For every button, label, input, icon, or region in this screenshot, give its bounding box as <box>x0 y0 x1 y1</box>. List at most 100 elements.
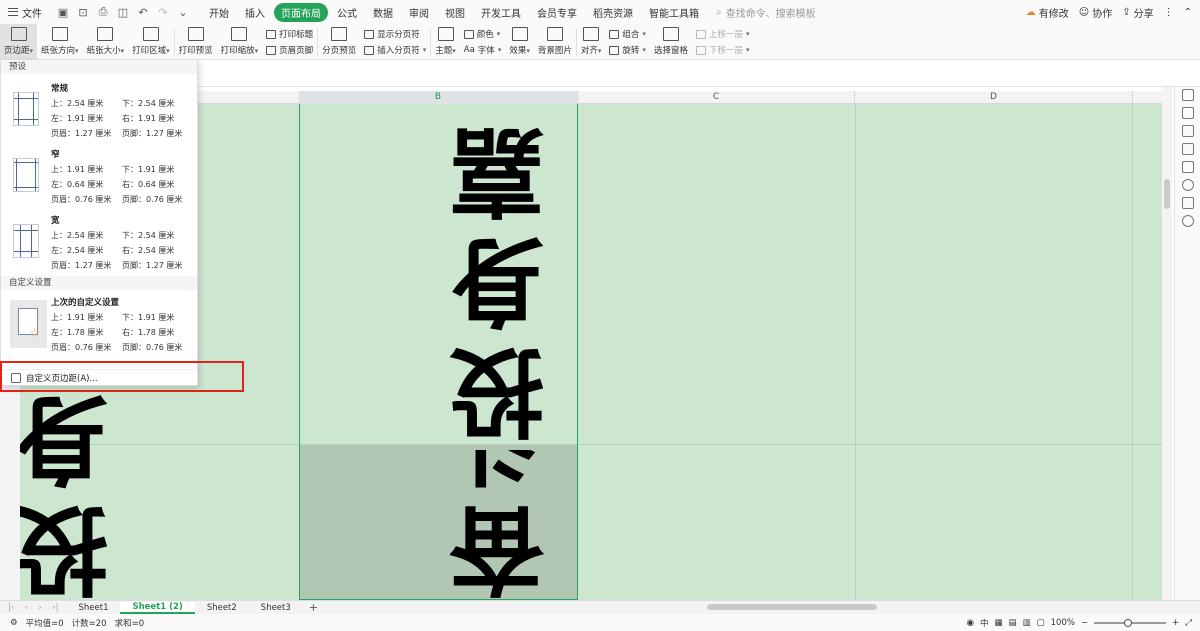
preset-footer: 页脚：0.76 厘米 <box>122 195 183 204</box>
undo-icon[interactable]: ↶ <box>136 6 150 19</box>
tab-docer[interactable]: 稻壳资源 <box>586 3 640 22</box>
crop-icon[interactable] <box>1181 161 1194 173</box>
redo-icon[interactable]: ↷ <box>156 6 170 19</box>
group-button[interactable]: 组合 ▾ <box>609 28 646 40</box>
tab-home[interactable]: 开始 <box>202 3 236 22</box>
tab-formulas[interactable]: 公式 <box>330 3 364 22</box>
page-break-preview-button[interactable]: 分页预览 <box>318 24 360 60</box>
column-header-d[interactable]: D <box>855 91 1133 104</box>
changes-button[interactable]: ☁ 有修改 <box>1026 5 1069 20</box>
location-icon[interactable] <box>1181 215 1194 227</box>
save-icon[interactable]: ▣ <box>56 6 70 19</box>
fonts-button[interactable]: Aa 字体 ▾ <box>464 44 502 56</box>
more-options-icon[interactable]: ⋮ <box>1164 7 1174 18</box>
sliders-icon[interactable] <box>1181 125 1194 137</box>
preset-right: 右：1.91 厘米 <box>122 114 175 123</box>
page-break-view-icon[interactable]: ▥ <box>1023 618 1031 628</box>
show-page-break-checkbox[interactable]: 显示分页符 <box>364 28 426 40</box>
scrollbar-thumb[interactable] <box>707 604 877 610</box>
search-placeholder: 查找命令、搜索模板 <box>725 8 816 20</box>
zoom-in-icon[interactable]: + <box>1172 618 1179 628</box>
fullscreen-icon[interactable]: ⤢ <box>1185 618 1192 628</box>
preset-normal[interactable]: 常规 上：2.54 厘米 下：2.54 厘米 左：1.91 厘米 右：1.91 … <box>1 74 197 140</box>
background-image-button[interactable]: 背景图片 <box>534 24 576 60</box>
preset-last-custom[interactable]: ☆ 上次的自定义设置 上：1.91 厘米 下：1.91 厘米 左：1.78 厘米… <box>1 290 197 360</box>
preset-wide[interactable]: 宽 上：2.54 厘米 下：2.54 厘米 左：2.54 厘米 右：2.54 厘… <box>1 206 197 272</box>
column-header-c[interactable]: C <box>578 91 855 104</box>
add-sheet-icon[interactable]: + <box>303 601 324 614</box>
tab-member[interactable]: 会员专享 <box>530 3 584 22</box>
top-right-menu: ☁ 有修改 ☺ 协作 ⇪ 分享 ⋮ ⌃ <box>1026 0 1192 24</box>
select-icon[interactable] <box>1181 107 1194 119</box>
tab-view[interactable]: 视图 <box>438 3 472 22</box>
share-button[interactable]: ⇪ 分享 <box>1122 5 1153 20</box>
print-scale-button[interactable]: 打印缩放▾ <box>217 24 263 60</box>
theme-button[interactable]: 主题▾ <box>431 24 460 60</box>
macro-icon[interactable]: ⚙ <box>10 618 18 628</box>
margins-button[interactable]: 页边距▾ <box>0 24 38 60</box>
prev-sheet-icon[interactable]: ‹ <box>25 603 29 613</box>
last-sheet-icon[interactable]: ›| <box>52 603 59 613</box>
command-search[interactable]: ⌕ 查找命令、搜索模板 <box>716 5 816 20</box>
page-layout-view-icon[interactable]: ▤ <box>1009 618 1017 628</box>
preset-top: 上：1.91 厘米 <box>51 313 104 322</box>
font-icon: Aa <box>463 45 475 55</box>
horizontal-scrollbar[interactable] <box>697 603 1162 611</box>
align-button[interactable]: 对齐▾ <box>577 24 606 60</box>
selection-pane-button[interactable]: 选择窗格 <box>650 24 692 60</box>
preset-narrow[interactable]: 窄 上：1.91 厘米 下：1.91 厘米 左：0.64 厘米 右：0.64 厘… <box>1 140 197 206</box>
file-menu[interactable]: 文件 <box>0 0 50 24</box>
sheet-tab-sheet2[interactable]: Sheet2 <box>195 603 249 613</box>
next-sheet-icon[interactable]: › <box>38 603 42 613</box>
collab-button[interactable]: ☺ 协作 <box>1079 5 1112 20</box>
zoom-level[interactable]: 100% <box>1051 618 1075 628</box>
tab-review[interactable]: 审阅 <box>402 3 436 22</box>
normal-view-icon[interactable]: ▦ <box>995 618 1003 628</box>
zoom-slider[interactable] <box>1094 618 1167 627</box>
sheet-tab-sheet1-2[interactable]: Sheet1 (2) <box>120 601 195 614</box>
vertical-scrollbar[interactable] <box>1162 87 1172 600</box>
tab-developer[interactable]: 开发工具 <box>474 3 528 22</box>
export-icon[interactable]: ⊡ <box>76 6 90 19</box>
colors-button[interactable]: 颜色 ▾ <box>463 28 502 40</box>
zoom-slider-knob[interactable] <box>1124 618 1133 627</box>
properties-icon[interactable] <box>1181 143 1194 155</box>
help-icon[interactable] <box>1181 179 1194 191</box>
rotate-button[interactable]: 旋转 ▾ <box>609 44 646 56</box>
first-sheet-icon[interactable]: |‹ <box>8 603 15 613</box>
insert-page-break-button[interactable]: 插入分页符 ▾ <box>364 44 426 56</box>
orientation-button[interactable]: 纸张方向▾ <box>37 24 83 60</box>
effects-button[interactable]: 效果▾ <box>505 24 534 60</box>
column-header-b[interactable]: B <box>299 91 578 104</box>
insert-break-icon <box>364 45 375 55</box>
zoom-out-icon[interactable]: − <box>1081 618 1088 628</box>
more-icon[interactable]: ⌄ <box>176 6 190 19</box>
sheet-tab-sheet1[interactable]: Sheet1 <box>67 603 121 613</box>
reading-view-icon[interactable]: ▢ <box>1037 618 1045 628</box>
language-icon[interactable]: 中 <box>980 617 989 629</box>
style-icon[interactable] <box>1181 89 1194 101</box>
bring-forward-button[interactable]: 上移一层 ▾ <box>695 28 749 40</box>
print-titles-button[interactable]: 打印标题 <box>266 28 313 40</box>
eye-icon[interactable]: ◉ <box>967 618 974 628</box>
sheet-tab-sheet3[interactable]: Sheet3 <box>249 603 303 613</box>
collapse-ribbon-icon[interactable]: ⌃ <box>1184 7 1192 18</box>
print-preview-button[interactable]: 打印预览 <box>175 24 217 60</box>
tab-insert[interactable]: 插入 <box>238 3 272 22</box>
file-menu-label: 文件 <box>22 8 42 20</box>
send-backward-button[interactable]: 下移一层 ▾ <box>695 44 749 56</box>
header-footer-button[interactable]: 页眉页脚 <box>266 44 313 56</box>
print-icon[interactable]: ⎙ <box>96 5 110 19</box>
tab-page-layout[interactable]: 页面布局 <box>274 2 328 22</box>
image-icon[interactable] <box>1181 197 1194 209</box>
preview-icon[interactable]: ◫ <box>116 6 130 19</box>
tab-toolbox[interactable]: 智能工具箱 <box>642 3 706 22</box>
gridline <box>1132 104 1133 600</box>
tab-data[interactable]: 数据 <box>366 3 400 22</box>
print-preview-label: 打印预览 <box>178 46 213 56</box>
paper-size-button[interactable]: 纸张大小▾ <box>83 24 129 60</box>
narrow-margin-icon <box>13 158 39 192</box>
orientation-label: 纸张方向▾ <box>41 46 79 56</box>
print-area-button[interactable]: 打印区域▾ <box>128 24 174 60</box>
scrollbar-thumb[interactable] <box>1164 179 1170 209</box>
